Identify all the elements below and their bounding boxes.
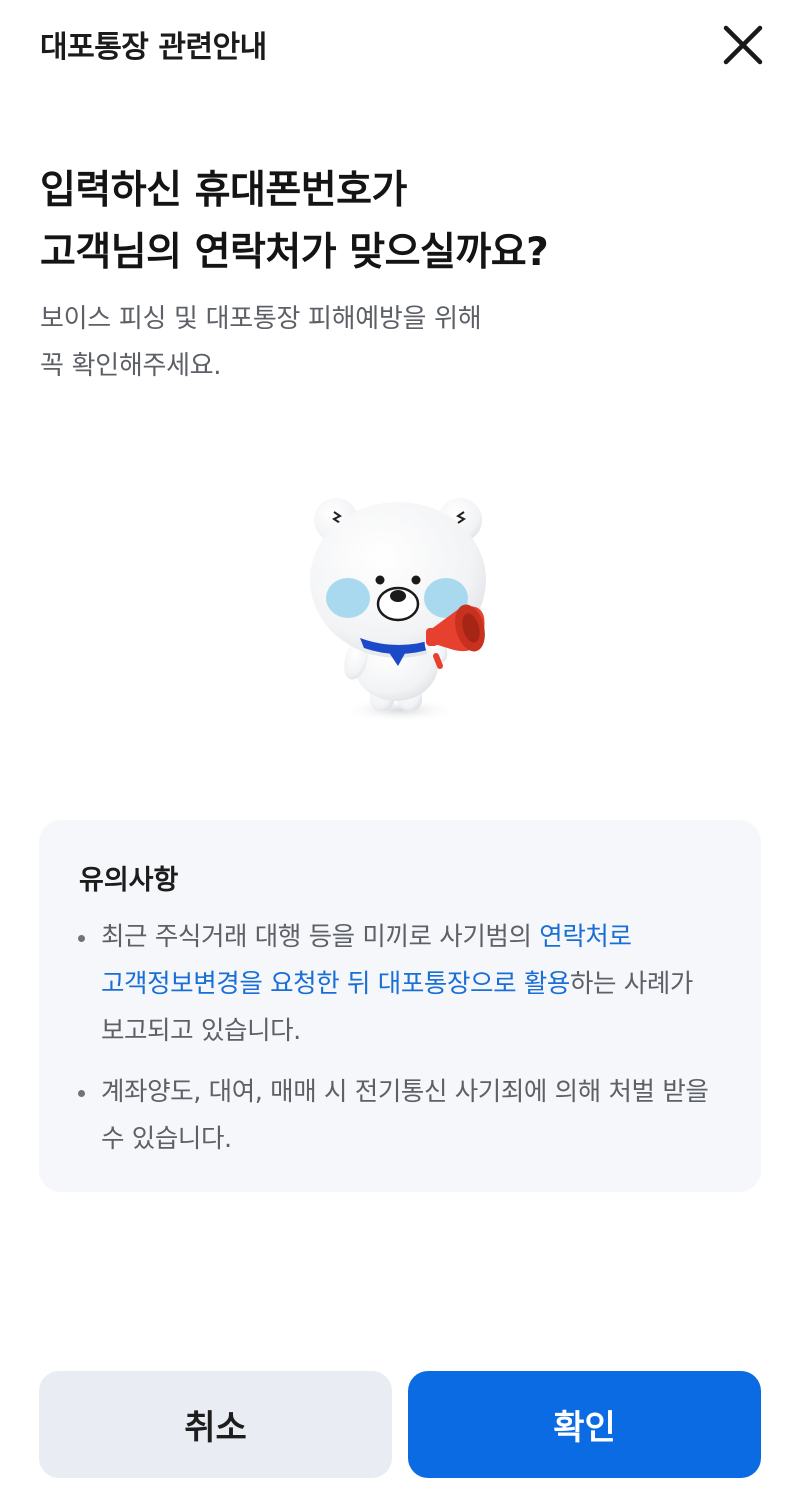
headline-line-1: 입력하신 휴대폰번호가 [40,168,407,213]
notice-list: 최근 주식거래 대행 등을 미끼로 사기범의 연락처로 고객정보변경을 요청한 … [75,914,727,1177]
notice-item-1-text: 최근 주식거래 대행 등을 미끼로 사기범의 [101,922,540,952]
page-headline: 입력하신 휴대폰번호가 고객님의 연락처가 맞으실까요? [40,160,760,284]
headline-line-2: 고객님의 연락처가 맞으실까요? [40,230,549,275]
cancel-button[interactable]: 취소 [39,1371,392,1478]
notice-item-1: 최근 주식거래 대행 등을 미끼로 사기범의 연락처로 고객정보변경을 요청한 … [75,914,727,1055]
bear-megaphone-icon [290,480,510,740]
notice-item-2-text: 계좌양도, 대여, 매매 시 전기통신 사기죄에 의해 처벌 받을 수 있습니다… [101,1077,709,1154]
header-title: 대포통장 관련안내 [40,30,267,65]
subtext-line-1: 보이스 피싱 및 대포통장 피해예방을 위해 [40,304,482,334]
page-subtext: 보이스 피싱 및 대포통장 피해예방을 위해 꼭 확인해주세요. [40,296,760,390]
close-button[interactable] [716,18,770,72]
notice-title: 유의사항 [79,865,179,896]
subtext-line-2: 꼭 확인해주세요. [40,351,222,381]
close-icon [723,25,763,65]
confirm-button[interactable]: 확인 [408,1371,761,1478]
notice-box: 유의사항 최근 주식거래 대행 등을 미끼로 사기범의 연락처로 고객정보변경을… [39,820,761,1192]
header: 대포통장 관련안내 [0,0,800,90]
notice-item-2: 계좌양도, 대여, 매매 시 전기통신 사기죄에 의해 처벌 받을 수 있습니다… [75,1069,727,1163]
